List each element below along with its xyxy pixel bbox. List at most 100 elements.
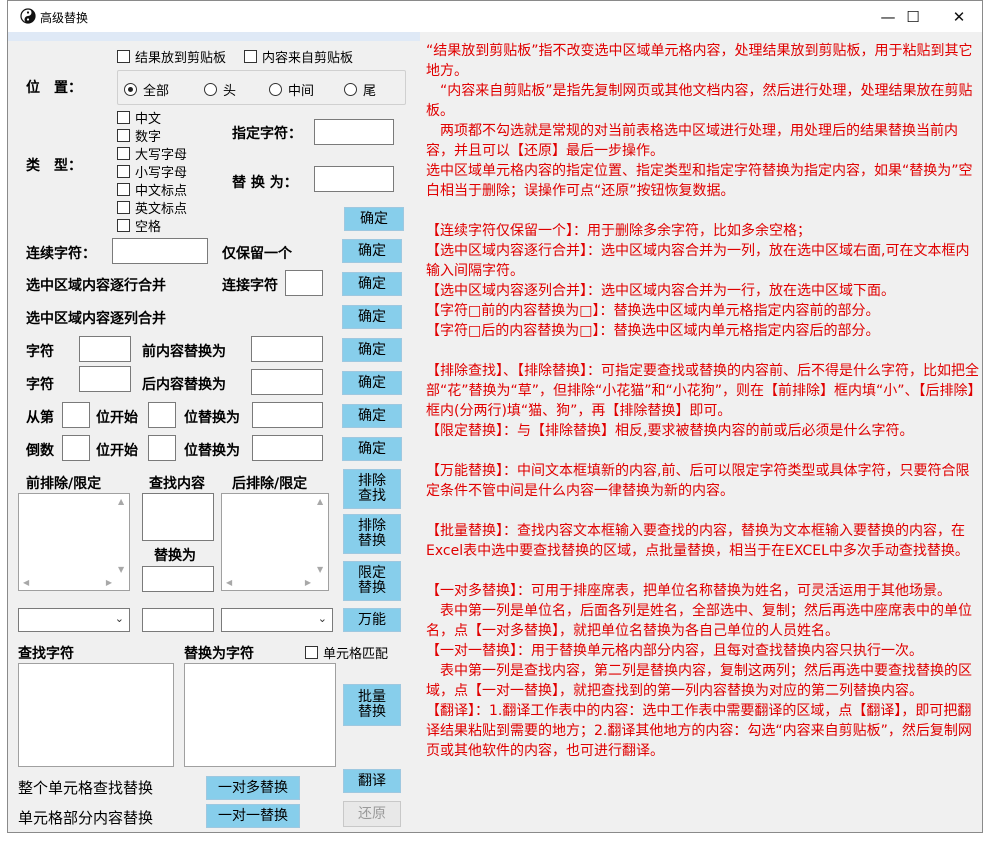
front-exclude-textarea[interactable]: ▲ ▼ ◀ ▶ (18, 493, 130, 591)
scroll-up-icon: ▲ (317, 497, 324, 506)
from-last-confirm-button[interactable]: 确定 (342, 437, 402, 461)
from-nth-count-input[interactable] (148, 402, 176, 428)
continuous-input[interactable] (112, 238, 208, 264)
type-chinese-checkbox[interactable]: 中文 (117, 108, 161, 127)
continuous-label: 连续字符： (26, 246, 96, 262)
row-merge-confirm-button[interactable]: 确定 (342, 272, 402, 296)
scroll-right-icon: ▶ (105, 578, 112, 587)
radio-tail[interactable]: 尾 (344, 80, 376, 99)
vertical-scrollbar[interactable]: ▲ ▼ (314, 494, 328, 576)
restore-button[interactable]: 还原 (343, 801, 401, 827)
type-space-checkbox[interactable]: 空格 (117, 216, 161, 235)
help-paragraph: 【排除查找】、【排除替换】：可指定要查找或替换的内容前、后不得是什么字符，比如把… (426, 363, 979, 419)
front-exclude-label: 前排除/限定 (26, 476, 102, 492)
before-replace-label: 前内容替换为 (142, 344, 226, 360)
checkbox-label: 内容来自剪贴板 (262, 51, 354, 66)
from-last-start-label: 位开始 (96, 443, 138, 459)
exclude-find-button[interactable]: 排除查找 (343, 469, 401, 509)
limit-replace-button[interactable]: 限定替换 (343, 561, 401, 601)
after-char-input[interactable] (79, 366, 131, 392)
checkbox-label: 中文 (135, 112, 162, 127)
type-label: 类 型： (26, 158, 82, 174)
type-replace-input[interactable] (314, 166, 394, 192)
translate-button[interactable]: 翻译 (343, 769, 401, 793)
batch-replace-label: 替换为字符 (184, 646, 254, 662)
horizontal-scrollbar[interactable]: ◀ ▶ (19, 576, 115, 590)
back-exclude-textarea[interactable]: ▲ ▼ ◀ ▶ (221, 493, 329, 591)
one-to-one-button[interactable]: 一对一替换 (206, 804, 300, 828)
specified-char-input[interactable] (314, 119, 394, 145)
find-content-input[interactable] (142, 493, 214, 541)
before-replace-input[interactable] (251, 336, 323, 362)
result-to-clipboard-checkbox[interactable]: 结果放到剪贴板 (117, 47, 226, 66)
after-replace-input[interactable] (251, 369, 323, 395)
from-last-replace-input[interactable] (252, 435, 323, 461)
help-paragraph: 【翻译】：1.翻译工作表中的内容：选中工作表中需要翻译的区域，点【翻译】，即可把… (426, 703, 972, 759)
from-last-replace-label: 位替换为 (184, 443, 240, 459)
from-last-start-input[interactable] (62, 435, 90, 461)
specified-char-label: 指定字符： (232, 126, 302, 142)
row-merge-label: 选中区域内容逐行合并 (26, 278, 166, 294)
close-icon: ✕ (952, 7, 966, 26)
type-uppercase-checkbox[interactable]: 大写字母 (117, 144, 187, 163)
window-title: 高级替换 (40, 11, 89, 25)
batch-replace-button[interactable]: 批量替换 (343, 684, 401, 726)
maximize-icon: ☐ (906, 7, 920, 26)
content-from-clipboard-checkbox[interactable]: 内容来自剪贴板 (244, 47, 353, 66)
horizontal-scrollbar[interactable]: ◀ ▶ (222, 576, 314, 590)
help-paragraph: 【一对一替换】：用于替换单元格内部分内容，且每对查找替换内容只执行一次。 (426, 643, 923, 659)
checkbox-box (244, 50, 257, 63)
radio-dot (344, 83, 357, 96)
batch-replace-textarea[interactable] (184, 663, 336, 767)
radio-head[interactable]: 头 (204, 80, 236, 99)
before-replace-confirm-button[interactable]: 确定 (342, 338, 402, 362)
one-to-many-button[interactable]: 一对多替换 (206, 776, 300, 800)
help-paragraph: 表中第一列是查找内容，第二列是替换内容，复制这两列；然后再选中要查找替换的区域，… (426, 663, 972, 699)
help-paragraph (426, 441, 981, 461)
type-lowercase-checkbox[interactable]: 小写字母 (117, 162, 187, 181)
universal-button[interactable]: 万能 (343, 608, 401, 632)
from-nth-start-input[interactable] (62, 402, 90, 428)
help-paragraph (426, 501, 981, 521)
help-paragraph: 【选中区域内容逐行合并】：选中区域内容合并为一列，放在选中区域右面,可在文本框内… (426, 243, 970, 279)
app-icon (20, 8, 36, 24)
radio-label: 全部 (143, 84, 170, 99)
exclude-replace-button[interactable]: 排除替换 (343, 514, 401, 554)
col-merge-confirm-button[interactable]: 确定 (342, 305, 402, 329)
help-paragraph: 【字符□前的内容替换为□】：替换选中区域内单元格指定内容前的部分。 (426, 303, 880, 319)
type-cn-punct-checkbox[interactable]: 中文标点 (117, 180, 187, 199)
batch-find-label: 查找字符 (18, 646, 74, 662)
from-nth-confirm-button[interactable]: 确定 (342, 404, 402, 428)
radio-middle[interactable]: 中间 (269, 80, 314, 99)
scroll-down-icon: ▼ (118, 565, 125, 574)
help-paragraph: 两项都不勾选就是常规的对当前表格选中区域进行处理，用处理后的结果替换当前内容，并… (426, 123, 958, 159)
checkbox-label: 结果放到剪贴板 (135, 51, 227, 66)
replace-with-input[interactable] (142, 566, 214, 592)
cell-match-checkbox[interactable]: 单元格匹配 (305, 643, 388, 662)
type-digit-checkbox[interactable]: 数字 (117, 126, 161, 145)
help-paragraph: “内容来自剪贴板”是指先复制网页或其他文档内容，然后进行处理，处理结果放在剪贴板… (426, 83, 973, 119)
help-paragraph: 【限定替换】：与【排除替换】相反,要求被替换内容的前或后必须是什么字符。 (426, 423, 914, 439)
back-type-select[interactable]: ⌄ (221, 608, 333, 632)
help-paragraph: 【字符□后的内容替换为□】：替换选中区域内单元格指定内容后的部分。 (426, 323, 880, 339)
after-replace-confirm-button[interactable]: 确定 (342, 371, 402, 395)
from-nth-replace-label: 位替换为 (184, 410, 240, 426)
type-en-punct-checkbox[interactable]: 英文标点 (117, 198, 187, 217)
radio-all[interactable]: 全部 (124, 80, 169, 99)
find-content-label: 查找内容 (149, 476, 205, 492)
before-char-input[interactable] (79, 336, 131, 362)
chevron-down-icon: ⌄ (114, 612, 124, 625)
batch-find-textarea[interactable] (18, 663, 174, 767)
front-type-select[interactable]: ⌄ (18, 608, 130, 632)
keep-one-label: 仅保留一个 (222, 246, 292, 262)
checkbox-label: 空格 (135, 220, 162, 235)
universal-middle-input[interactable] (142, 608, 214, 632)
join-char-input[interactable] (285, 270, 323, 296)
close-button[interactable]: ✕ (936, 1, 982, 32)
vertical-scrollbar[interactable]: ▲ ▼ (115, 494, 129, 576)
from-nth-replace-input[interactable] (252, 402, 323, 428)
type-confirm-button[interactable]: 确定 (344, 207, 404, 231)
from-last-count-input[interactable] (148, 435, 176, 461)
continuous-confirm-button[interactable]: 确定 (342, 239, 402, 263)
maximize-button[interactable]: ☐ (890, 1, 936, 32)
